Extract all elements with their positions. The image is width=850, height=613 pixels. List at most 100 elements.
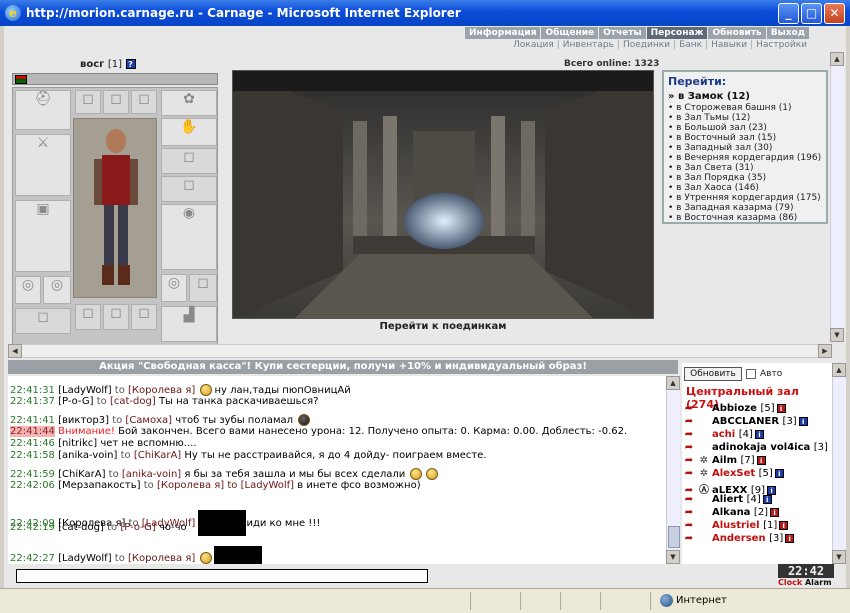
goto-location-link[interactable]: • в Восточная казарма (86): [668, 213, 822, 223]
boots-slot[interactable]: ▟: [161, 306, 217, 342]
user-nick[interactable]: AlexSet: [712, 468, 755, 479]
chat-input[interactable]: [16, 569, 428, 583]
user-info-icon[interactable]: i: [754, 429, 764, 439]
character-info-icon[interactable]: ?: [125, 59, 136, 69]
ring-slot-6[interactable]: ◎: [161, 274, 187, 302]
message-time[interactable]: 22:42:27: [10, 553, 55, 564]
goto-location-link[interactable]: • в Западный зал (30): [668, 143, 822, 153]
message-nick[interactable]: [виктор3]: [58, 415, 109, 426]
message-time[interactable]: 22:41:41: [10, 415, 55, 426]
top-frame-hscrollbar[interactable]: ◀ ▶: [8, 344, 832, 358]
user-info-icon[interactable]: i: [774, 468, 784, 478]
message-nick[interactable]: [LadyWolf]: [58, 385, 112, 396]
private-message-icon[interactable]: ➦: [682, 507, 696, 518]
refresh-users-button[interactable]: Обновить: [684, 367, 742, 381]
goto-location-link[interactable]: • в Большой зал (23): [668, 123, 822, 133]
message-time[interactable]: 22:41:37: [10, 396, 55, 407]
goto-location-link[interactable]: • в Восточный зал (15): [668, 133, 822, 143]
message-target[interactable]: [anika-voin]: [122, 469, 181, 480]
online-user[interactable]: ➦ Alkana [2] i: [682, 507, 780, 520]
message-target[interactable]: [Королева я]: [128, 553, 195, 564]
top-menu-item[interactable]: Выход: [766, 27, 810, 39]
user-nick[interactable]: Ailm: [712, 455, 737, 466]
close-button[interactable]: ✕: [824, 2, 845, 24]
message-nick[interactable]: Внимание!: [58, 426, 115, 437]
shield-slot[interactable]: ◉: [161, 204, 217, 270]
private-message-icon[interactable]: ➦: [682, 520, 696, 531]
user-info-icon[interactable]: i: [779, 520, 789, 530]
message-nick[interactable]: [P-o-G]: [58, 396, 93, 407]
users-scroll-up-icon[interactable]: ▲: [832, 363, 846, 377]
go-to-battles-link[interactable]: Перейти к поединкам: [232, 321, 654, 332]
message-target[interactable]: [ChiKarA]: [134, 450, 181, 461]
online-user[interactable]: ➦ Andersen [3] i: [682, 533, 795, 546]
clock-widget[interactable]: 22:42 Clock Alarm: [774, 564, 838, 588]
user-nick[interactable]: Alustriel: [712, 520, 760, 531]
auto-refresh-checkbox[interactable]: [746, 369, 756, 379]
belt-item-slot-3[interactable]: ◻: [131, 304, 157, 330]
goto-location-link[interactable]: • в Утренняя кордегардия (175): [668, 193, 822, 203]
user-info-icon[interactable]: i: [756, 455, 766, 465]
ring-slot-5[interactable]: ◎: [43, 276, 71, 304]
user-info-icon[interactable]: i: [770, 507, 780, 517]
goto-location-link[interactable]: • в Зал Хаоса (146): [668, 183, 822, 193]
ring-slot-4[interactable]: ◎: [15, 276, 41, 304]
private-message-icon[interactable]: ➦: [682, 403, 696, 414]
chat-scrollbar[interactable]: ▲ ▼: [666, 376, 680, 564]
online-user[interactable]: ➦ ⒶaLEXX [9] i: [682, 481, 777, 496]
message-nick[interactable]: [Мерзапакость]: [58, 480, 140, 491]
online-user[interactable]: ➦ Aliert [4] i: [682, 494, 772, 507]
message-target[interactable]: [P-o-G]: [120, 522, 155, 533]
online-user[interactable]: ➦ adinokaja vol4ica [3]: [682, 442, 828, 455]
private-message-icon[interactable]: ➦: [682, 442, 696, 453]
sub-menu-item[interactable]: Поединки: [620, 40, 673, 51]
message-nick[interactable]: [anika-voin]: [58, 450, 117, 461]
user-nick[interactable]: adinokaja vol4ica: [712, 442, 810, 453]
sub-menu-item[interactable]: Инвентарь: [560, 40, 617, 51]
chat-scroll-up-icon[interactable]: ▲: [666, 376, 680, 390]
message-target[interactable]: [Королева я] to [LadyWolf]: [157, 480, 294, 491]
message-nick[interactable]: [nitrikc]: [58, 438, 97, 449]
message-target[interactable]: [Самоха]: [125, 415, 172, 426]
private-message-icon[interactable]: ➦: [682, 416, 696, 427]
belt-item-slot-2[interactable]: ◻: [103, 304, 129, 330]
chat-scroll-down-icon[interactable]: ▼: [666, 550, 680, 564]
user-info-icon[interactable]: i: [785, 533, 795, 543]
message-target[interactable]: [Королева я]: [128, 385, 195, 396]
top-menu-item[interactable]: Отчеты: [599, 27, 647, 39]
sub-menu-item[interactable]: Локация: [510, 40, 557, 51]
bracer-slot[interactable]: ◻: [161, 148, 217, 174]
top-menu-item[interactable]: Информация: [464, 27, 542, 39]
scroll-down-icon[interactable]: ▼: [830, 328, 844, 342]
private-message-icon[interactable]: ➦: [682, 468, 696, 479]
sub-menu-item[interactable]: Настройки: [753, 40, 810, 51]
alarm-label[interactable]: Alarm: [805, 578, 832, 587]
private-message-icon[interactable]: ➦: [682, 429, 696, 440]
user-nick[interactable]: Andersen: [712, 533, 766, 544]
goto-location-link[interactable]: • в Сторожевая башня (1): [668, 103, 822, 113]
user-info-icon[interactable]: i: [776, 403, 786, 413]
ring-slot-2[interactable]: ◻: [103, 90, 129, 114]
private-message-icon[interactable]: ➦: [682, 494, 696, 505]
gloves-slot[interactable]: ✋: [161, 118, 217, 146]
online-user[interactable]: ➦ Alustriel [1] i: [682, 520, 789, 533]
private-message-icon[interactable]: ➦: [682, 533, 696, 544]
message-time[interactable]: 22:41:46: [10, 438, 55, 449]
pants-slot[interactable]: ◻: [15, 308, 71, 334]
goto-current-location[interactable]: » в Замок (12): [668, 91, 822, 102]
maximize-button[interactable]: □: [801, 2, 822, 24]
weapon-slot[interactable]: ⚔: [15, 134, 71, 196]
message-nick[interactable]: [ChiKarA]: [58, 469, 105, 480]
user-info-icon[interactable]: i: [762, 494, 772, 504]
users-scroll-down-icon[interactable]: ▼: [832, 550, 846, 564]
message-time[interactable]: 22:41:58: [10, 450, 55, 461]
sub-menu-item[interactable]: Навыки: [708, 40, 750, 51]
sub-menu-item[interactable]: Банк: [676, 40, 705, 51]
amulet-slot[interactable]: ✿: [161, 90, 217, 116]
online-user[interactable]: ➦ achi [4] i: [682, 429, 764, 442]
ring-slot-1[interactable]: ◻: [75, 90, 101, 114]
goto-location-link[interactable]: • в Вечерняя кордегардия (196): [668, 153, 822, 163]
user-nick[interactable]: achi: [712, 429, 735, 440]
goto-location-link[interactable]: • в Западная казарма (79): [668, 203, 822, 213]
scroll-up-icon[interactable]: ▲: [830, 52, 844, 66]
